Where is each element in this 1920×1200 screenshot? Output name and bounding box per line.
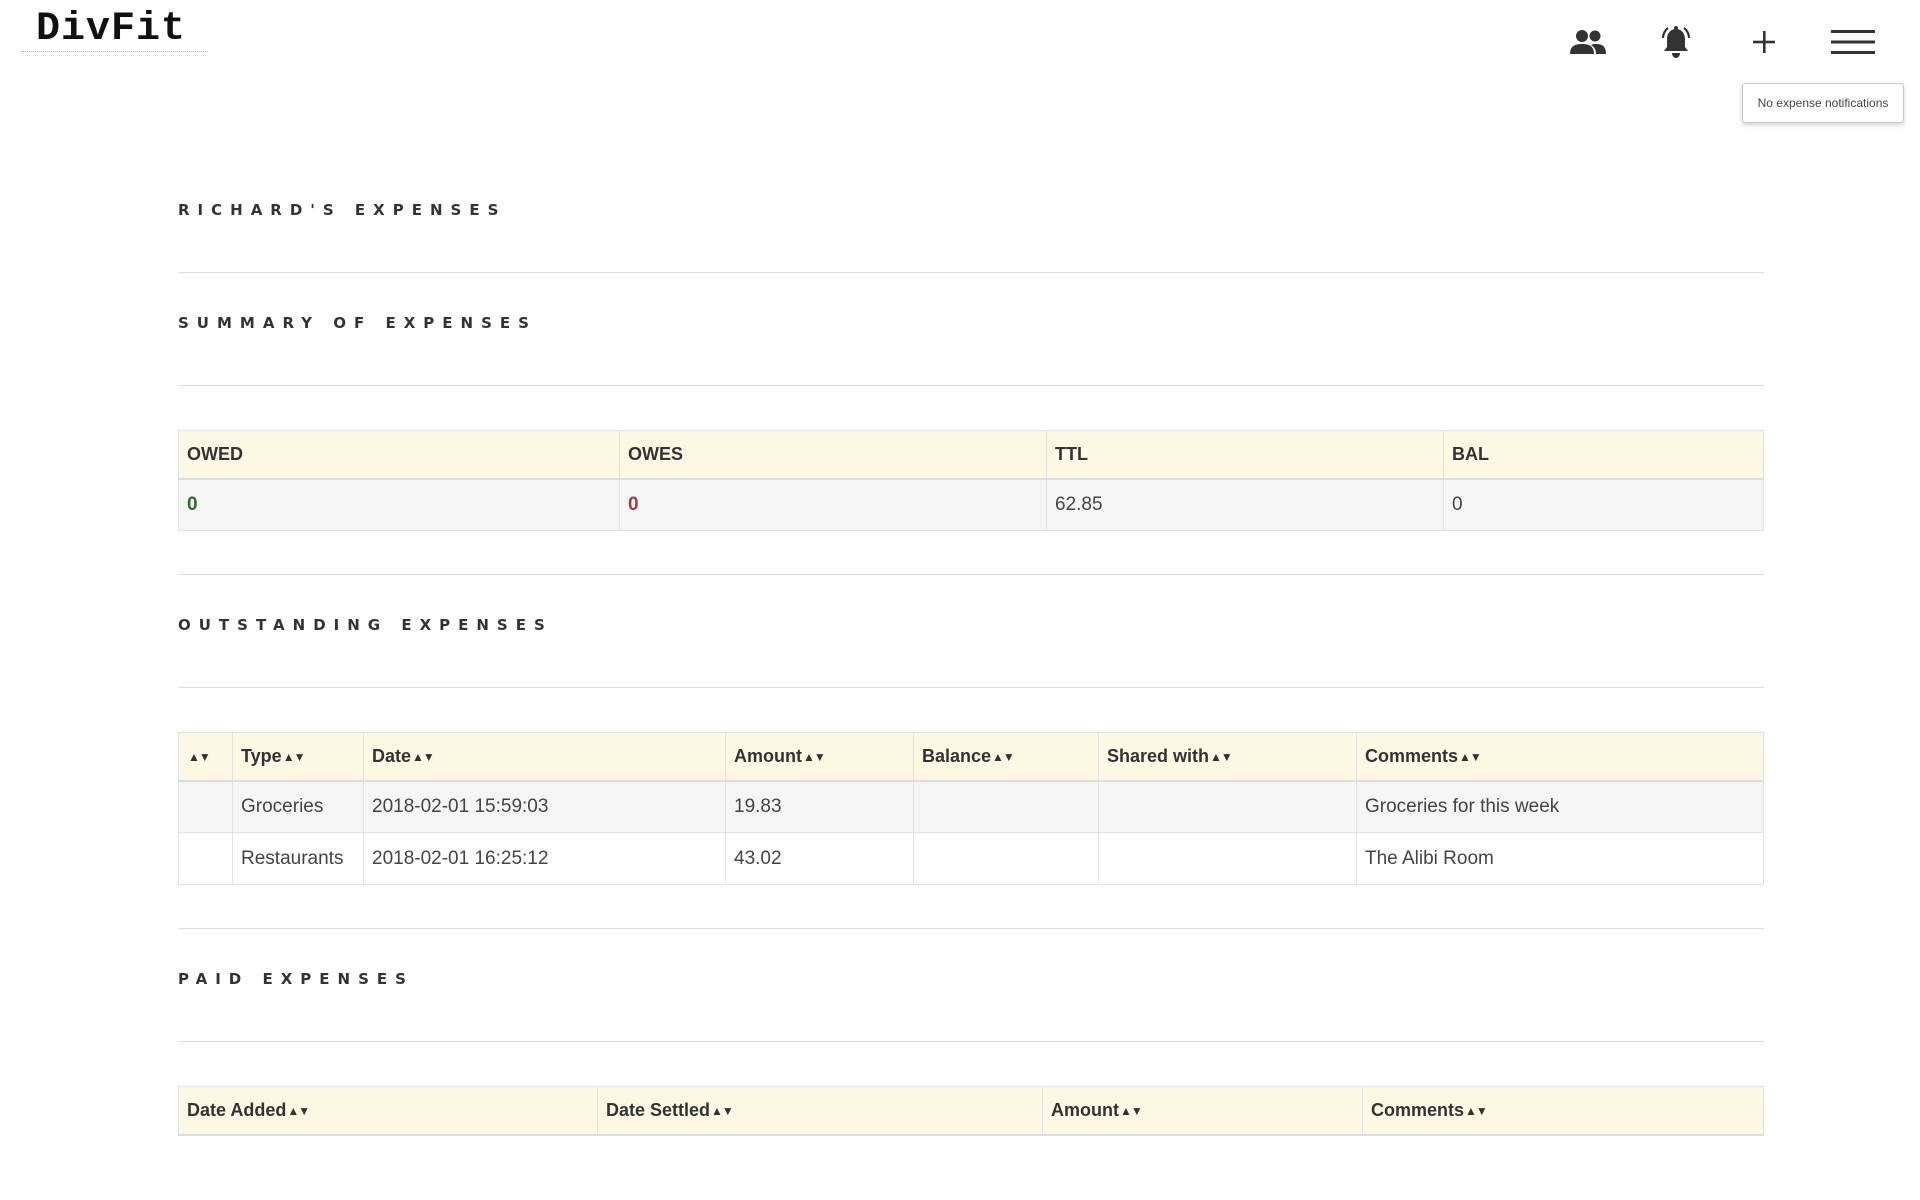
summary-bal-value: 0 (1443, 478, 1764, 531)
summary-row: 0 0 62.85 0 (178, 478, 1764, 531)
table-row[interactable]: Restaurants 2018-02-01 16:25:12 43.02 Th… (178, 832, 1764, 885)
summary-owed-value: 0 (178, 478, 620, 531)
divider (178, 885, 1764, 929)
summary-owes-value: 0 (619, 478, 1047, 531)
summary-title: Summary of Expenses (178, 273, 1764, 386)
summary-header-bal: BAL (1443, 430, 1764, 480)
row-balance (913, 780, 1099, 833)
paid-header-date-added[interactable]: Date Added▲▼ (178, 1086, 598, 1136)
outstanding-header-amount[interactable]: Amount▲▼ (725, 732, 914, 782)
summary-table-wrapper: OWED OWES TTL BAL 0 0 62.85 0 (178, 430, 1764, 531)
sort-icon: ▲▼ (188, 750, 211, 764)
outstanding-header-type[interactable]: Type▲▼ (232, 732, 364, 782)
sort-icon: ▲▼ (802, 750, 826, 764)
row-amount: 43.02 (725, 832, 914, 885)
hamburger-menu-icon (1831, 30, 1875, 54)
sort-icon: ▲▼ (1210, 750, 1233, 764)
add-expense-button[interactable] (1742, 20, 1786, 64)
sort-icon: ▲▼ (711, 1104, 734, 1118)
bell-icon (1661, 26, 1691, 58)
users-icon (1570, 30, 1606, 54)
outstanding-header-select[interactable]: ▲▼ (178, 732, 233, 782)
outstanding-header-balance[interactable]: Balance▲▼ (913, 732, 1099, 782)
main-content: Richard's Expenses Summary of Expenses O… (178, 160, 1764, 1136)
summary-table: OWED OWES TTL BAL 0 0 62.85 0 (178, 430, 1764, 531)
paid-title: Paid Expenses (178, 929, 1764, 1042)
summary-header-owes: OWES (619, 430, 1047, 480)
row-comments: The Alibi Room (1356, 832, 1764, 885)
row-type: Groceries (232, 780, 364, 833)
paid-header-date-settled[interactable]: Date Settled▲▼ (597, 1086, 1043, 1136)
paid-header-comments[interactable]: Comments▲▼ (1362, 1086, 1764, 1136)
app-logo[interactable]: DivFit (22, 8, 208, 52)
row-balance (913, 832, 1099, 885)
sort-icon: ▲▼ (1119, 1104, 1143, 1118)
sort-icon: ▲▼ (1465, 1104, 1488, 1118)
sort-icon: ▲▼ (1459, 750, 1482, 764)
outstanding-title: Outstanding Expenses (178, 575, 1764, 688)
row-select-cell[interactable] (178, 832, 233, 885)
outstanding-table: ▲▼ Type▲▼ Date▲▼ Amount▲▼ Balance▲▼ Shar… (178, 732, 1764, 885)
paid-header-amount[interactable]: Amount▲▼ (1042, 1086, 1363, 1136)
main-menu-button[interactable] (1828, 20, 1878, 64)
user-expenses-title: Richard's Expenses (178, 160, 1764, 273)
row-date: 2018-02-01 16:25:12 (363, 832, 726, 885)
row-amount: 19.83 (725, 780, 914, 833)
row-select-cell[interactable] (178, 780, 233, 833)
row-comments: Groceries for this week (1356, 780, 1764, 833)
summary-header-ttl: TTL (1046, 430, 1444, 480)
sort-icon: ▲▼ (992, 750, 1015, 764)
paid-table-wrapper: Date Added▲▼ Date Settled▲▼ Amount▲▼ Com… (178, 1086, 1764, 1136)
outstanding-table-wrapper: ▲▼ Type▲▼ Date▲▼ Amount▲▼ Balance▲▼ Shar… (178, 732, 1764, 885)
users-button[interactable] (1566, 20, 1610, 64)
paid-table: Date Added▲▼ Date Settled▲▼ Amount▲▼ Com… (178, 1086, 1764, 1136)
table-row[interactable]: Groceries 2018-02-01 15:59:03 19.83 Groc… (178, 780, 1764, 833)
divider (178, 531, 1764, 575)
sort-icon: ▲▼ (282, 750, 306, 764)
sort-icon: ▲▼ (412, 750, 435, 764)
row-shared-with (1098, 780, 1357, 833)
row-type: Restaurants (232, 832, 364, 885)
notifications-tooltip: No expense notifications (1742, 83, 1904, 123)
notifications-button[interactable] (1654, 20, 1698, 64)
outstanding-header-comments[interactable]: Comments▲▼ (1356, 732, 1764, 782)
plus-icon (1753, 31, 1775, 53)
row-date: 2018-02-01 15:59:03 (363, 780, 726, 833)
outstanding-header-date[interactable]: Date▲▼ (363, 732, 726, 782)
outstanding-header-shared-with[interactable]: Shared with▲▼ (1098, 732, 1357, 782)
sort-icon: ▲▼ (287, 1104, 310, 1118)
summary-ttl-value: 62.85 (1046, 478, 1444, 531)
summary-header-owed: OWED (178, 430, 620, 480)
row-shared-with (1098, 832, 1357, 885)
